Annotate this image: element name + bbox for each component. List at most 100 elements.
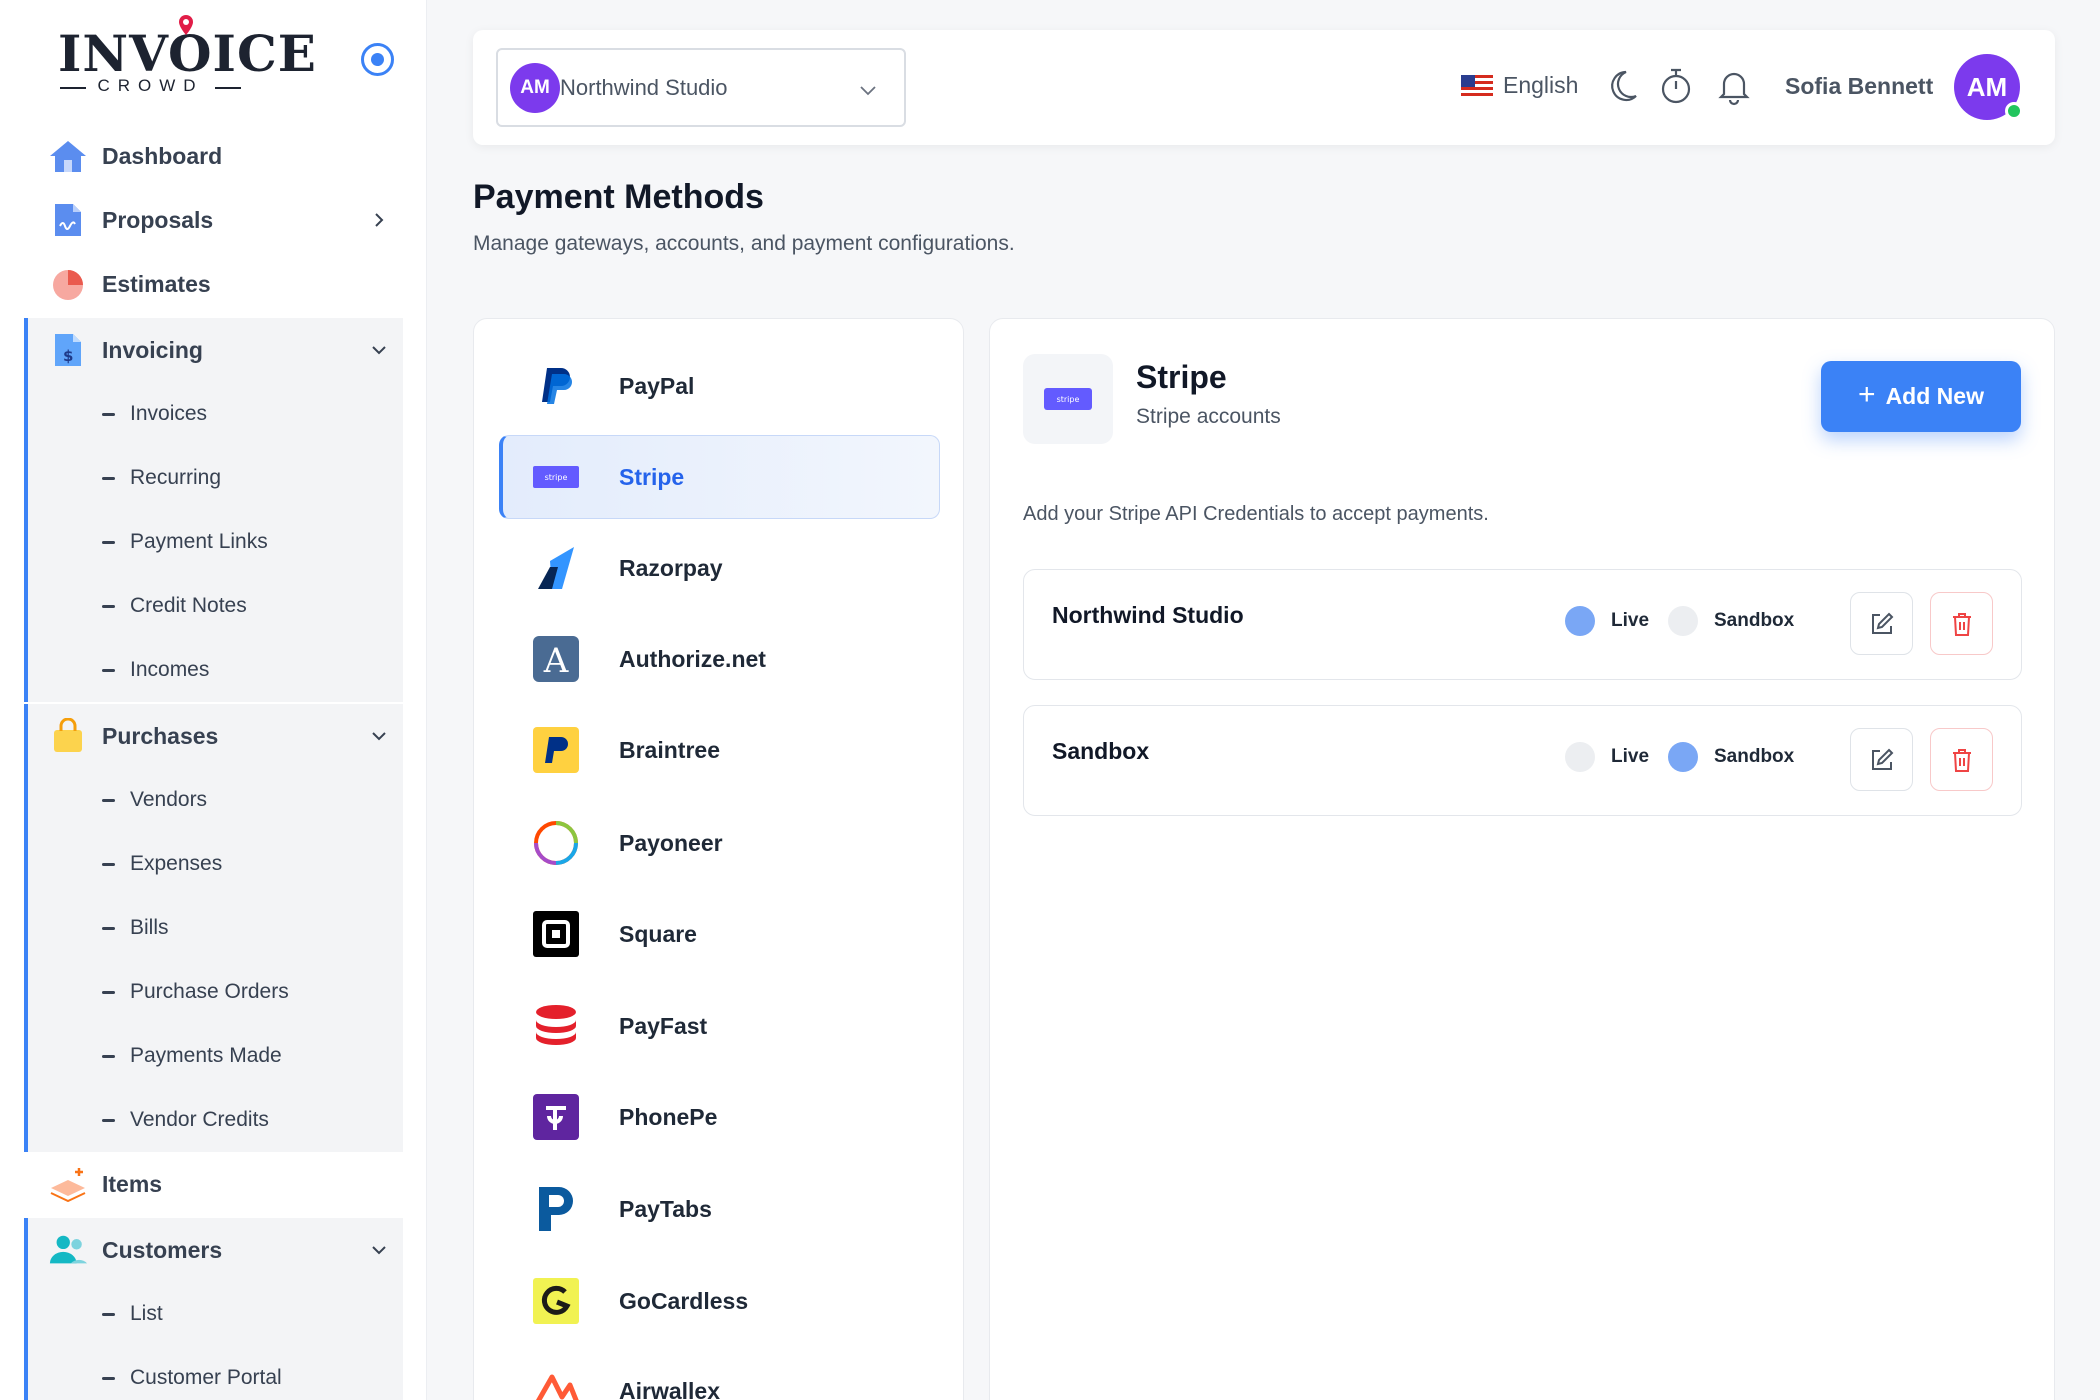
chevron-down-icon <box>860 86 876 96</box>
gateway-label: Airwallex <box>619 1377 720 1400</box>
gateway-item-gocardless[interactable]: GoCardless <box>499 1259 940 1343</box>
us-flag-icon <box>1461 74 1493 97</box>
gateway-item-stripe[interactable]: stripe Stripe <box>499 435 940 519</box>
live-radio[interactable]: Live <box>1565 742 1649 772</box>
authorize-net-logo-icon: A <box>531 634 581 684</box>
edit-account-button[interactable] <box>1850 728 1913 791</box>
sidebar-subitem-payments-made[interactable]: Payments Made <box>28 1024 403 1088</box>
delete-account-button[interactable] <box>1930 592 1993 655</box>
sidebar-subitem-recurring[interactable]: Recurring <box>28 446 403 510</box>
sidebar: INVOICE CROWD Dashboard Proposals Estima… <box>0 0 427 1400</box>
live-radio[interactable]: Live <box>1565 606 1649 636</box>
sidebar-item-items[interactable]: Items <box>24 1152 403 1216</box>
svg-text:A: A <box>543 641 569 681</box>
user-name[interactable]: Sofia Bennett <box>1785 73 1933 100</box>
sidebar-subitem-vendor-credits[interactable]: Vendor Credits <box>28 1088 403 1152</box>
bell-icon[interactable] <box>1715 66 1753 106</box>
stripe-logo-icon: stripe <box>531 452 581 502</box>
sidebar-subitem-customer-portal[interactable]: Customer Portal <box>28 1346 403 1400</box>
gateway-title: Stripe <box>1136 359 1227 395</box>
edit-account-button[interactable] <box>1850 592 1913 655</box>
sidebar-item-dashboard[interactable]: Dashboard <box>24 124 403 188</box>
gateway-list: PayPal stripe Stripe Razorpay A Authoriz… <box>473 318 964 1400</box>
gateway-label: Stripe <box>619 463 685 490</box>
credentials-note: Add your Stripe API Credentials to accep… <box>1023 503 1489 525</box>
language-selector[interactable]: English <box>1461 72 1578 99</box>
gateway-detail-panel: stripe Stripe Stripe accounts + Add New … <box>989 318 2055 1400</box>
sidebar-item-invoicing[interactable]: $ Invoicing <box>28 318 403 382</box>
subitem-label: Purchase Orders <box>130 980 289 1003</box>
subitem-label: List <box>130 1302 163 1325</box>
sidebar-item-purchases[interactable]: Purchases <box>28 704 403 768</box>
stripe-logo-icon: stripe <box>1023 354 1113 444</box>
square-logo-icon <box>531 909 581 959</box>
gateway-label: PayFast <box>619 1012 708 1039</box>
sandbox-radio[interactable]: Sandbox <box>1668 742 1794 772</box>
sidebar-subitem-purchase-orders[interactable]: Purchase Orders <box>28 960 403 1024</box>
map-pin-icon <box>179 15 193 35</box>
subitem-label: Customer Portal <box>130 1366 282 1389</box>
company-selector[interactable]: AM Northwind Studio <box>496 48 906 127</box>
gateway-item-paytabs[interactable]: PayTabs <box>499 1167 940 1251</box>
account-card: Sandbox Live Sandbox <box>1023 705 2022 816</box>
gateway-item-phonepe[interactable]: PhonePe <box>499 1075 940 1159</box>
payfast-logo-icon <box>531 1001 581 1051</box>
gateway-item-razorpay[interactable]: Razorpay <box>499 526 940 610</box>
svg-text:stripe: stripe <box>545 473 568 482</box>
radio-unselected-icon <box>1565 742 1595 772</box>
gateway-label: Razorpay <box>619 554 723 581</box>
gateway-item-airwallex[interactable]: Airwallex <box>499 1349 940 1400</box>
moon-icon[interactable] <box>1602 66 1640 106</box>
sidebar-collapse-toggle[interactable] <box>361 43 394 76</box>
gateway-item-braintree[interactable]: Braintree <box>499 708 940 792</box>
gateway-item-authorize-net[interactable]: A Authorize.net <box>499 617 940 701</box>
page-subtitle: Manage gateways, accounts, and payment c… <box>473 232 1015 255</box>
gateway-label: Square <box>619 920 697 947</box>
sidebar-subitem-credit-notes[interactable]: Credit Notes <box>28 574 403 638</box>
brand-logo[interactable]: INVOICE CROWD <box>58 14 316 100</box>
sidebar-subitem-vendors[interactable]: Vendors <box>28 768 403 832</box>
paytabs-logo-icon <box>531 1184 581 1234</box>
delete-account-button[interactable] <box>1930 728 1993 791</box>
subitem-label: Expenses <box>130 852 223 875</box>
razorpay-logo-icon <box>531 543 581 593</box>
svg-text:$: $ <box>63 347 73 365</box>
edit-icon <box>1871 748 1893 770</box>
sidebar-group-customers: Customers List Customer Portal <box>24 1218 403 1400</box>
gateway-item-paypal[interactable]: PayPal <box>499 344 940 428</box>
pie-chart-icon <box>48 264 88 304</box>
sidebar-item-label: Estimates <box>102 270 211 297</box>
invoice-icon: $ <box>48 330 88 370</box>
shopping-bag-icon <box>48 716 88 756</box>
subitem-label: Payments Made <box>130 1044 282 1067</box>
sidebar-subitem-expenses[interactable]: Expenses <box>28 832 403 896</box>
gateway-item-payoneer[interactable]: Payoneer <box>499 801 940 885</box>
gateway-subtitle: Stripe accounts <box>1136 405 1281 428</box>
add-new-label: Add New <box>1885 383 1984 409</box>
sidebar-subitem-incomes[interactable]: Incomes <box>28 638 403 702</box>
sidebar-item-customers[interactable]: Customers <box>28 1218 403 1282</box>
gateway-label: GoCardless <box>619 1287 749 1314</box>
subitem-label: Invoices <box>130 402 208 425</box>
add-new-button[interactable]: + Add New <box>1821 361 2021 432</box>
payoneer-logo-icon <box>531 818 581 868</box>
sidebar-item-label: Invoicing <box>102 336 203 363</box>
gateway-item-payfast[interactable]: PayFast <box>499 984 940 1068</box>
gateway-label: PhonePe <box>619 1103 718 1130</box>
sidebar-group-purchases: Purchases Vendors Expenses Bills Purchas… <box>24 704 403 1152</box>
sandbox-radio[interactable]: Sandbox <box>1668 606 1794 636</box>
sidebar-item-label: Purchases <box>102 722 219 749</box>
radio-label: Live <box>1611 746 1650 767</box>
sidebar-item-estimates[interactable]: Estimates <box>24 252 403 316</box>
sidebar-subitem-list[interactable]: List <box>28 1282 403 1346</box>
sidebar-subitem-invoices[interactable]: Invoices <box>28 382 403 446</box>
gateway-item-square[interactable]: Square <box>499 892 940 976</box>
sidebar-item-proposals[interactable]: Proposals <box>24 188 403 252</box>
airwallex-logo-icon <box>531 1366 581 1400</box>
gateway-label: PayPal <box>619 372 695 399</box>
sidebar-subitem-bills[interactable]: Bills <box>28 896 403 960</box>
sidebar-subitem-payment-links[interactable]: Payment Links <box>28 510 403 574</box>
stopwatch-icon[interactable] <box>1657 66 1695 106</box>
subitem-label: Credit Notes <box>130 594 247 617</box>
sidebar-nav: Dashboard Proposals Estimates $ Invoicin… <box>24 124 403 1400</box>
